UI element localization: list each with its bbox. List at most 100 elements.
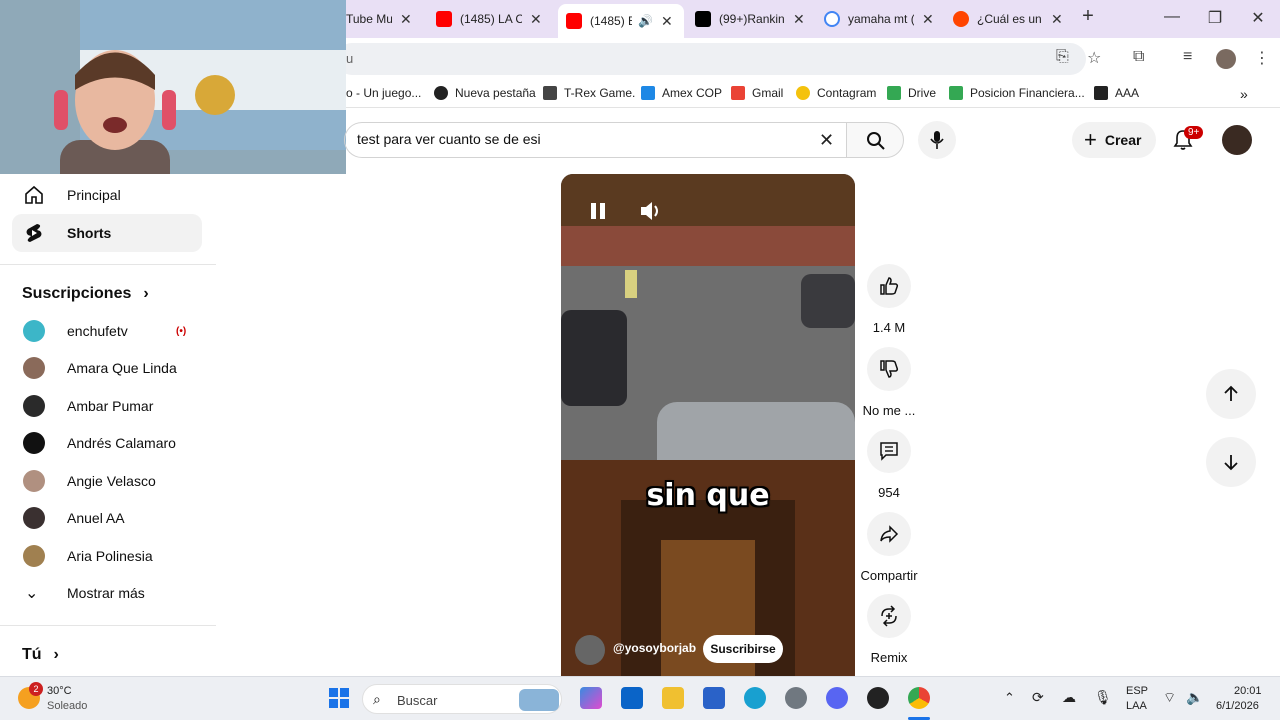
like-button[interactable]: 1.4 M xyxy=(858,264,920,335)
maximize-button[interactable]: ❐ xyxy=(1203,8,1227,28)
discord-icon[interactable] xyxy=(826,687,848,709)
subscription-item[interactable]: Andrés Calamaro xyxy=(12,425,202,461)
store-icon[interactable] xyxy=(703,687,725,709)
volume-icon[interactable] xyxy=(639,200,663,222)
bookmark-item[interactable]: Amex COP xyxy=(641,86,722,100)
browser-tab[interactable]: (99+)Rankin ✕ xyxy=(695,6,805,32)
app-icon[interactable] xyxy=(867,687,889,709)
search-box[interactable]: ✕ xyxy=(344,122,846,158)
chevron-up-icon[interactable]: ⌃ xyxy=(1004,690,1015,706)
browser-tab[interactable]: Tube Mu ✕ xyxy=(346,6,412,32)
clock-date[interactable]: 6/1/2026 xyxy=(1216,700,1259,712)
share-icon xyxy=(880,525,899,543)
share-button[interactable]: Compartir xyxy=(858,512,920,583)
window-close-button[interactable]: ✕ xyxy=(1246,8,1270,28)
streamer-image xyxy=(54,50,176,174)
close-icon[interactable]: ✕ xyxy=(922,11,934,28)
sidebar-item-shorts[interactable]: Shorts xyxy=(12,214,202,252)
taskbar-search[interactable]: ⌕ Buscar xyxy=(362,684,562,714)
speaker-icon[interactable]: 🔊 xyxy=(638,14,653,28)
outlook-icon[interactable] xyxy=(621,687,643,709)
chrome-icon[interactable] xyxy=(908,687,930,709)
close-icon[interactable]: ✕ xyxy=(793,11,805,28)
home-icon xyxy=(25,185,43,204)
close-icon[interactable]: ✕ xyxy=(400,11,412,28)
subscription-item[interactable]: Ambar Pumar xyxy=(12,388,202,424)
bookmark-label: Drive xyxy=(908,86,937,100)
remix-button[interactable]: Remix xyxy=(858,594,920,665)
close-icon[interactable]: ✕ xyxy=(530,11,542,28)
minimize-button[interactable]: — xyxy=(1160,8,1184,26)
clear-search-icon[interactable]: ✕ xyxy=(819,130,834,151)
subscription-item[interactable]: Angie Velasco xyxy=(12,463,202,499)
cloud-icon[interactable]: ☁ xyxy=(1062,689,1076,706)
pause-icon[interactable] xyxy=(589,202,607,220)
previous-short-button[interactable] xyxy=(1206,369,1256,419)
bookmark-item[interactable]: Gmail xyxy=(731,86,783,100)
volume-icon[interactable]: 🔈 xyxy=(1186,689,1203,706)
menu-icon[interactable]: ⋮ xyxy=(1254,48,1270,68)
copilot-icon[interactable] xyxy=(580,687,602,709)
channel-handle[interactable]: @yosoyborjab xyxy=(613,641,696,655)
youtube-icon xyxy=(566,13,582,29)
voice-search-button[interactable] xyxy=(918,121,956,159)
edge-icon[interactable] xyxy=(744,687,766,709)
subscribe-button[interactable]: Suscribirse xyxy=(703,635,783,663)
subscription-item[interactable]: enchufetv (•) xyxy=(12,313,202,349)
bookmark-label: T-Rex Game. xyxy=(564,86,636,100)
bookmark-item[interactable]: o - Un juego... xyxy=(346,86,421,100)
channel-avatar[interactable] xyxy=(575,635,605,665)
subscriptions-heading[interactable]: Suscripciones › xyxy=(22,285,149,303)
windows-start-icon[interactable] xyxy=(328,687,350,709)
sidebar-item-home[interactable]: Principal xyxy=(12,176,202,214)
file-explorer-icon[interactable] xyxy=(662,687,684,709)
settings-icon[interactable] xyxy=(785,687,807,709)
address-bar[interactable]: u xyxy=(336,43,1086,75)
dislike-button[interactable]: No me ... xyxy=(858,347,920,418)
tab-title: (1485) B xyxy=(590,14,632,28)
new-tab-button[interactable]: + xyxy=(1076,5,1100,28)
create-button[interactable]: + Crear xyxy=(1072,122,1156,158)
subscription-item[interactable]: Amara Que Linda xyxy=(12,350,202,386)
profile-avatar[interactable] xyxy=(1216,49,1236,69)
language-top[interactable]: ESP xyxy=(1126,685,1148,697)
amex-icon xyxy=(641,86,655,100)
search-input[interactable] xyxy=(357,131,797,147)
bookmark-label: Gmail xyxy=(752,86,784,100)
browser-tab[interactable]: yamaha mt ( ✕ xyxy=(824,6,934,32)
avatar xyxy=(23,357,45,379)
bookmark-item[interactable]: Drive xyxy=(887,86,936,100)
more-bookmarks-icon[interactable]: » xyxy=(1240,86,1248,102)
media-control-icon[interactable]: ≡ xyxy=(1183,48,1192,66)
browser-tab[interactable]: ¿Cuál es un ✕ xyxy=(953,6,1063,32)
bookmark-item[interactable]: Contagram xyxy=(796,86,876,100)
close-icon[interactable]: ✕ xyxy=(1051,11,1063,28)
show-more-button[interactable]: ⌄ Mostrar más xyxy=(12,575,202,611)
clock-time[interactable]: 20:01 xyxy=(1234,685,1262,697)
language-bottom[interactable]: LAA xyxy=(1126,700,1147,712)
close-icon[interactable]: ✕ xyxy=(661,13,673,30)
browser-tab[interactable]: (1485) LA CH ✕ xyxy=(436,6,542,32)
account-avatar[interactable] xyxy=(1222,125,1252,155)
bookmark-item[interactable]: AAA xyxy=(1094,86,1139,100)
wifi-icon[interactable]: ⌔ xyxy=(1163,689,1176,707)
extensions-icon[interactable]: ⧉ xyxy=(1133,48,1144,66)
subscription-item[interactable]: Anuel AA xyxy=(12,500,202,536)
comment-icon xyxy=(880,442,898,461)
subscription-item[interactable]: Aria Polinesia xyxy=(12,538,202,574)
bookmark-star-icon[interactable]: ☆ xyxy=(1087,48,1101,68)
next-short-button[interactable] xyxy=(1206,437,1256,487)
install-app-icon[interactable]: ⎘ xyxy=(1056,48,1069,66)
bookmark-item[interactable]: Nueva pestaña xyxy=(434,86,536,100)
sync-icon[interactable]: ⟳ xyxy=(1032,689,1044,706)
shorts-icon xyxy=(26,224,42,242)
microphone-icon[interactable]: 🎙 xyxy=(1094,689,1112,706)
bookmark-item[interactable]: Posicion Financiera... xyxy=(949,86,1085,100)
bookmark-item[interactable]: T-Rex Game. xyxy=(543,86,635,100)
browser-tab-active[interactable]: (1485) B 🔊 ✕ xyxy=(558,4,684,38)
comments-button[interactable]: 954 xyxy=(858,429,920,500)
short-video-player[interactable]: sin que @yosoyborjab Suscribirse xyxy=(561,174,855,676)
bookmark-label: Amex COP xyxy=(662,86,723,100)
search-button[interactable] xyxy=(846,122,904,158)
you-heading[interactable]: Tú › xyxy=(22,646,59,664)
